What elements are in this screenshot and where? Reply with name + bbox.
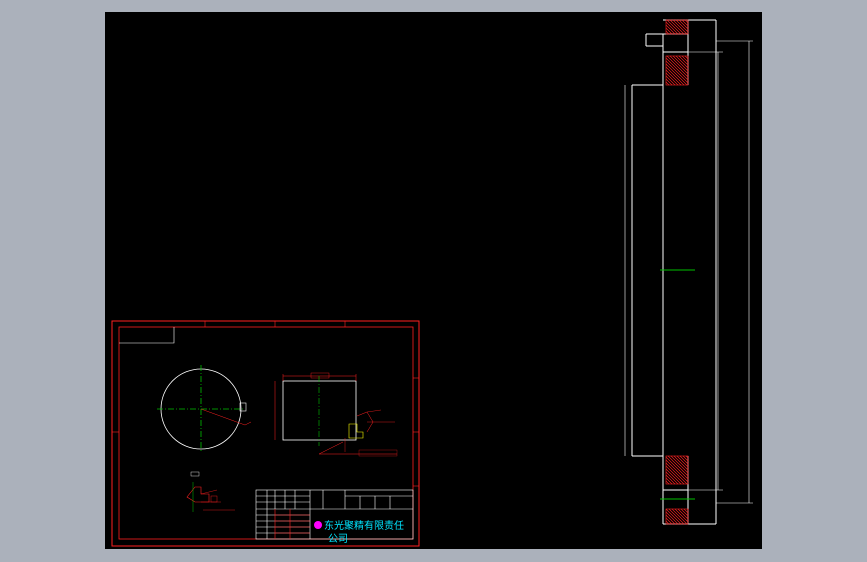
hatch-line xyxy=(672,55,689,72)
hatch-line xyxy=(665,480,670,485)
hatch-line xyxy=(665,81,670,86)
company-name-line1: 东光聚精有限责任 xyxy=(324,519,404,532)
title-block-red-lines xyxy=(274,509,310,539)
hatch-line xyxy=(666,19,682,35)
company-name-line2: 公司 xyxy=(328,534,348,545)
hatch-line xyxy=(665,508,682,525)
hatch-line xyxy=(665,471,679,485)
hatch-line xyxy=(675,55,689,69)
hatch-line xyxy=(672,19,688,35)
hatch-line xyxy=(676,455,689,468)
hatch-line xyxy=(665,511,679,525)
sheet-outer-frame xyxy=(111,320,420,547)
hatch-line xyxy=(682,455,689,462)
hatch-line xyxy=(681,55,689,63)
hatch-line xyxy=(669,19,685,35)
hatch-line xyxy=(665,69,682,86)
hatch-line xyxy=(665,78,673,86)
hatch-line xyxy=(665,21,679,35)
section-view xyxy=(274,372,398,457)
sheet-inner-frame xyxy=(118,326,414,540)
cad-drawing-canvas: 东光聚精有限责任 公司 xyxy=(111,19,753,547)
hatch-line xyxy=(665,477,673,485)
hatch-line xyxy=(677,508,689,520)
ring-hatching xyxy=(665,19,689,525)
hatch-line xyxy=(673,455,689,471)
hatch-line xyxy=(675,19,689,33)
circle-view xyxy=(157,365,252,453)
cad-model-space[interactable]: 东光聚精有限责任 公司 xyxy=(105,12,762,549)
ring-section-view xyxy=(631,19,717,525)
hatch-line xyxy=(680,508,689,517)
drawing-sheet: 东光聚精有限责任 公司 xyxy=(111,320,420,547)
hatch-line xyxy=(665,468,682,485)
detail-view xyxy=(186,471,235,512)
hatch-line xyxy=(668,508,685,525)
hatch-line xyxy=(667,455,689,477)
hatch-line xyxy=(665,27,673,35)
hatch-line xyxy=(665,517,673,525)
hatch-line xyxy=(671,508,688,525)
company-logo-icon xyxy=(314,521,322,529)
ring-centerlines xyxy=(660,269,695,500)
ring-dimensions xyxy=(624,40,753,504)
hatch-line xyxy=(665,72,679,86)
hatch-line xyxy=(681,19,689,27)
